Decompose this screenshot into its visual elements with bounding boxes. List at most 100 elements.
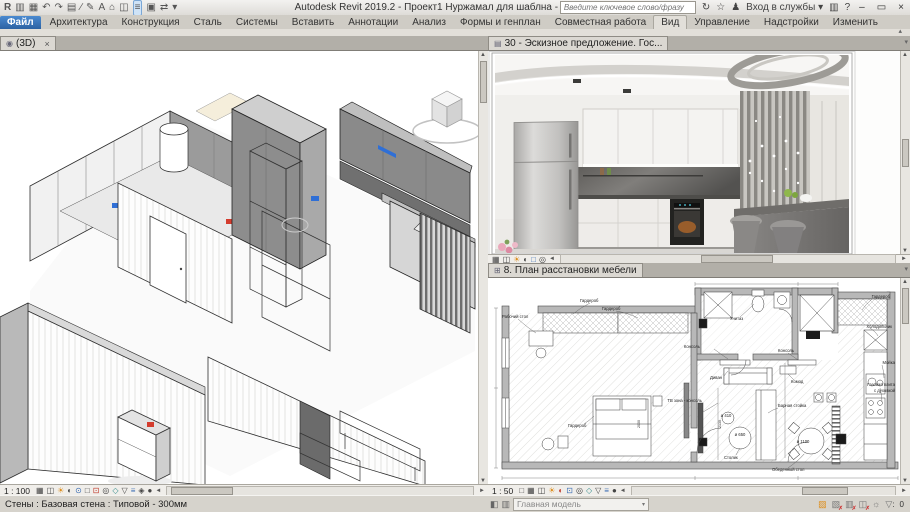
background-process-icon[interactable]: ☼ (872, 499, 880, 509)
tab-insert[interactable]: Вставить (285, 16, 341, 29)
vcb-icon[interactable]: ▽ (122, 486, 128, 495)
vcb-icon[interactable]: ⊙ (75, 486, 82, 495)
svg-text:2130: 2130 (718, 420, 722, 428)
thin-lines-icon[interactable]: ≡ (132, 0, 143, 16)
view-tab-3d[interactable]: ◉ (3D) × (0, 36, 56, 50)
search-input[interactable] (559, 1, 696, 14)
hscroll-right-arrow[interactable]: ► (901, 256, 907, 262)
hscroll-right-arrow[interactable]: ► (901, 488, 907, 494)
scrollbar-3d-vertical[interactable]: ▲ ▼ (478, 51, 488, 485)
tab-file[interactable]: Файл (0, 16, 41, 29)
hscroll-left-arrow[interactable]: ◄ (155, 488, 161, 494)
canvas-3d-view[interactable]: ▲ ▼ (0, 50, 488, 485)
undo-icon[interactable]: ↶ (42, 1, 50, 15)
tab-architecture[interactable]: Архитектура (43, 16, 115, 29)
press-drag-icon[interactable]: ◫ ✗ (859, 499, 871, 512)
save-icon[interactable]: ▦ (29, 1, 38, 15)
profile-icon[interactable]: ♟ (731, 2, 740, 13)
vcb-icon[interactable]: ◐ (67, 486, 72, 495)
sign-in-menu[interactable]: Вход в службы ▾ (746, 2, 823, 13)
tab-collaborate[interactable]: Совместная работа (548, 16, 654, 29)
editable-only-icon[interactable]: ▨ (818, 499, 827, 510)
vcb-icon[interactable]: ▦ (527, 486, 535, 495)
section-icon[interactable]: ◫ (119, 1, 128, 15)
hscroll-left-arrow[interactable]: ◄ (549, 256, 555, 262)
customize-qat-icon[interactable]: ▾ (172, 1, 177, 15)
vcb-icon[interactable]: ◎ (102, 486, 109, 495)
tab-steel[interactable]: Сталь (187, 16, 229, 29)
vcb-icon[interactable]: ◐ (558, 486, 563, 495)
vcb-icon[interactable]: ◈ (138, 486, 144, 495)
vcb-icon[interactable]: ⊡ (566, 486, 573, 495)
tab-analyze[interactable]: Анализ (405, 16, 453, 29)
vcb-icon[interactable]: ● (148, 486, 153, 495)
vcb-icon[interactable]: □ (519, 486, 524, 495)
hscroll-right-arrow[interactable]: ► (479, 488, 485, 494)
scrollbar-render-vertical[interactable]: ▲ ▼ (900, 51, 910, 255)
main-model-select[interactable]: Главная модель ▾ (513, 497, 650, 511)
view-tab-3d-label: (3D) (15, 38, 36, 49)
vcb-icon[interactable]: ≡ (604, 486, 609, 495)
ribbon-toggle-icon[interactable]: ▴ (898, 27, 902, 35)
tab-systems[interactable]: Системы (229, 16, 285, 29)
close-hidden-windows-icon[interactable]: ▣ (146, 1, 155, 15)
tab-manage[interactable]: Управление (687, 16, 757, 29)
text-icon[interactable]: A (98, 1, 105, 15)
close-button[interactable]: × (895, 2, 907, 13)
scrollbar-plan-horizontal[interactable] (630, 485, 897, 496)
exclude-options-icon[interactable]: ▥ ✗ (845, 499, 857, 512)
vcb-icon[interactable]: ◎ (576, 486, 583, 495)
help-icon[interactable]: ? (845, 2, 851, 13)
view-tab-render[interactable]: ▤ 30 - Эскизное предложение. Гос... (488, 36, 669, 50)
scrollbar-3d-horizontal[interactable] (166, 485, 475, 496)
pin-icon[interactable]: ▾ (904, 265, 908, 273)
scale-button-3d[interactable]: 1 : 100 (4, 486, 30, 496)
tab-modify[interactable]: Изменить (826, 16, 885, 29)
design-options-icon[interactable]: ▥ (502, 499, 511, 510)
default-3d-view-icon[interactable]: ⌂ (109, 1, 115, 15)
canvas-plan-view[interactable]: Рабочий стол Гардероб Гардероб Гардероб … (488, 277, 910, 485)
scale-button-plan[interactable]: 1 : 50 (492, 486, 513, 496)
vcb-icon[interactable]: ● (612, 486, 617, 495)
tab-annotate[interactable]: Аннотации (341, 16, 405, 29)
vcb-icon[interactable]: ◇ (112, 486, 118, 495)
measure-icon[interactable]: ∕ (80, 1, 82, 15)
filter-icon[interactable]: ▽: (885, 499, 894, 510)
link-icon[interactable]: ▧ ✗ (832, 499, 844, 512)
worksets-icon[interactable]: ◧ (490, 499, 499, 510)
pin-icon[interactable]: ▾ (904, 38, 908, 46)
tab-structure[interactable]: Конструкция (115, 16, 187, 29)
view-tab-plan[interactable]: ⊞ 8. План расстановки мебели (488, 263, 643, 277)
vcb-icon[interactable]: ▦ (36, 486, 44, 495)
restore-button[interactable]: ▭ (874, 2, 889, 13)
tag-icon[interactable]: ✎ (86, 1, 94, 15)
tab-massing[interactable]: Формы и генплан (453, 16, 548, 29)
tab-addins[interactable]: Надстройки (757, 16, 826, 29)
vcb-icon[interactable]: ⊡ (93, 486, 100, 495)
sync-icon[interactable]: ↻ (702, 2, 710, 13)
vcb-icon[interactable]: ◇ (586, 486, 592, 495)
sun-path-icon[interactable]: ☀ (548, 486, 555, 495)
print-icon[interactable]: ▤ (67, 1, 76, 15)
open-icon[interactable]: ▥ (15, 1, 24, 15)
minimize-button[interactable]: – (856, 2, 868, 13)
vcb-icon[interactable]: ◫ (538, 486, 546, 495)
switch-windows-icon[interactable]: ⇄ (160, 1, 168, 15)
vcb-icon[interactable]: □ (85, 486, 90, 495)
redo-icon[interactable]: ↷ (55, 1, 63, 15)
hscroll-left-arrow[interactable]: ◄ (620, 488, 626, 494)
canvas-render-view[interactable]: ▲ ▼ (488, 50, 910, 255)
revit-logo-icon[interactable]: R (4, 1, 11, 15)
sun-path-icon[interactable]: ☀ (57, 486, 64, 495)
favorites-icon[interactable]: ☆ (716, 2, 725, 13)
close-view-tab-icon[interactable]: × (44, 39, 49, 49)
status-right-icons: ▨ ▧ ✗ ▥ ✗ ◫ ✗ ☼ ▽: 0 (818, 499, 904, 512)
vcb-icon[interactable]: ◫ (47, 486, 55, 495)
viewcube[interactable] (412, 90, 482, 144)
vcb-icon[interactable]: ▽ (595, 486, 601, 495)
scrollbar-plan-vertical[interactable]: ▲ ▼ (900, 278, 910, 485)
svg-text:2000: 2000 (637, 420, 641, 428)
tab-view[interactable]: Вид (653, 15, 688, 29)
vcb-icon[interactable]: ≡ (131, 486, 136, 495)
app-store-icon[interactable]: ▥ (829, 2, 838, 13)
